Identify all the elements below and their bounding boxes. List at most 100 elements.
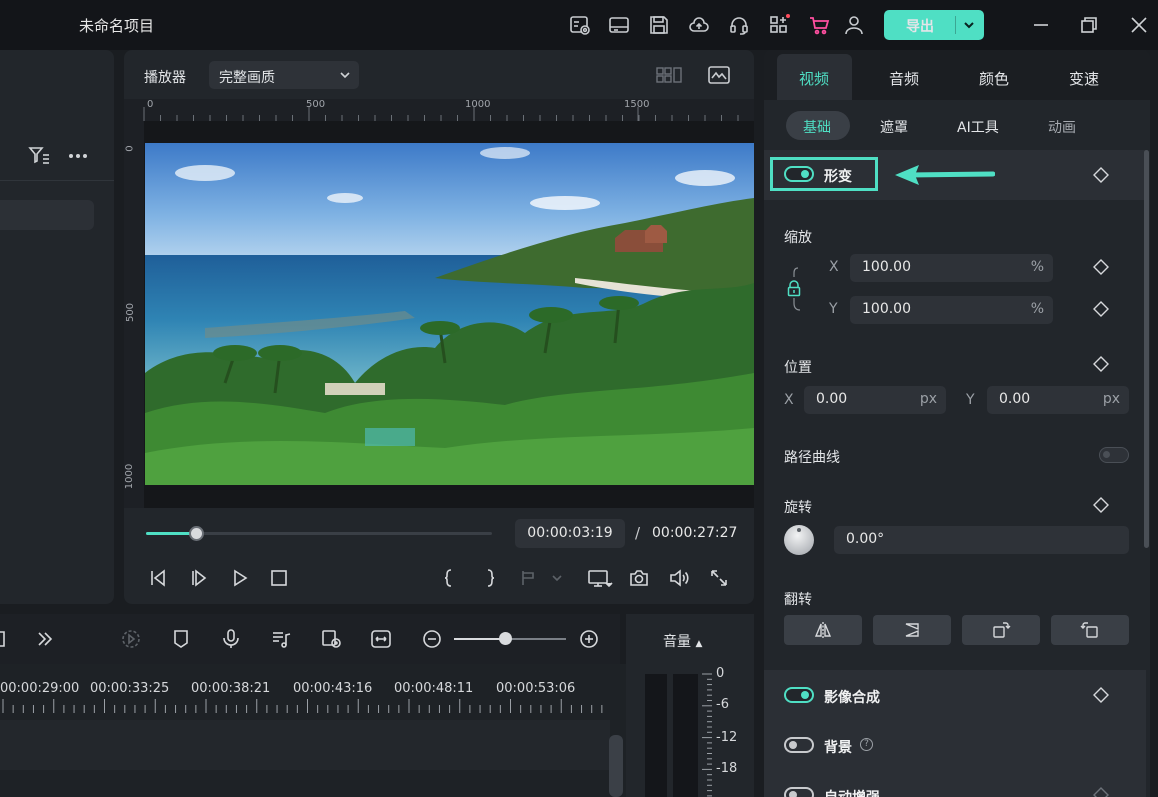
volume-meter-title[interactable]: 音量 ▲ xyxy=(663,631,702,651)
cloud-upload-icon[interactable] xyxy=(688,14,710,36)
export-button[interactable]: 导出 xyxy=(884,10,984,40)
play-icon[interactable] xyxy=(229,567,251,589)
tab-video[interactable]: 视频 xyxy=(799,68,829,89)
rotate-counterclockwise-button[interactable] xyxy=(1051,615,1129,645)
insert-clip-icon[interactable] xyxy=(519,567,563,589)
next-frame-icon[interactable] xyxy=(188,567,210,589)
headset-icon[interactable] xyxy=(728,14,750,36)
filter-icon[interactable] xyxy=(28,145,50,167)
chevron-down-icon[interactable] xyxy=(961,17,977,33)
ruler-label: 0 xyxy=(124,145,136,152)
layout-icon[interactable] xyxy=(608,14,630,36)
timeline-track[interactable] xyxy=(0,720,610,770)
path-curve-toggle[interactable] xyxy=(1099,447,1129,463)
media-search-input[interactable] xyxy=(0,200,94,230)
fit-timeline-icon[interactable] xyxy=(370,628,392,650)
rotation-field[interactable]: 0.00° xyxy=(834,526,1129,554)
lock-ratio-icon[interactable] xyxy=(786,264,816,316)
mark-in-icon[interactable] xyxy=(438,567,460,589)
timeline-ruler-ticks xyxy=(2,699,603,713)
audio-list-icon[interactable] xyxy=(270,628,292,650)
minimize-icon[interactable] xyxy=(1030,14,1052,36)
background-toggle[interactable] xyxy=(784,737,814,753)
flip-vertical-button[interactable] xyxy=(873,615,951,645)
rotation-dial[interactable] xyxy=(784,525,814,555)
apps-icon[interactable] xyxy=(768,14,790,36)
compositing-toggle[interactable] xyxy=(784,687,814,703)
position-label: 位置 xyxy=(784,360,812,376)
subtab-ai-tools[interactable]: AI工具 xyxy=(957,117,999,137)
scale-label: 缩放 xyxy=(784,230,812,246)
zoom-slider-fill xyxy=(454,638,505,640)
scale-y-field[interactable]: 100.00 % xyxy=(850,296,1053,324)
snapshot-icon[interactable] xyxy=(628,567,650,589)
subtab-basic[interactable]: 基础 xyxy=(803,117,831,137)
keyframe-icon[interactable] xyxy=(1093,259,1109,275)
position-x-field[interactable]: 0.00 px xyxy=(804,386,946,414)
ruler-label: 1000 xyxy=(124,463,136,490)
stop-icon[interactable] xyxy=(268,567,290,589)
scale-y-axis-label: Y xyxy=(829,301,838,317)
volume-icon[interactable] xyxy=(668,567,690,589)
compositing-title: 影像合成 xyxy=(824,690,880,706)
meter-right-channel xyxy=(673,674,698,797)
rotation-label: 旋转 xyxy=(784,500,812,516)
mark-out-icon[interactable] xyxy=(479,567,501,589)
keyframe-icon[interactable] xyxy=(1093,356,1109,372)
keyframe-icon[interactable] xyxy=(1093,687,1109,703)
tab-color[interactable]: 颜色 xyxy=(979,68,1009,89)
zoom-in-icon[interactable] xyxy=(578,628,600,650)
keyframe-icon[interactable] xyxy=(1093,167,1109,183)
marker-icon[interactable] xyxy=(170,628,192,650)
scale-x-axis-label: X xyxy=(829,259,839,275)
previous-frame-icon[interactable] xyxy=(147,567,169,589)
flip-horizontal-button[interactable] xyxy=(784,615,862,645)
rotate-clockwise-button[interactable] xyxy=(962,615,1040,645)
fullscreen-icon[interactable] xyxy=(708,567,730,589)
auto-enhance-toggle[interactable] xyxy=(784,787,814,797)
more-tools-icon[interactable] xyxy=(34,628,56,650)
player-label: 播放器 xyxy=(144,70,186,86)
playback-scrubber-handle[interactable] xyxy=(189,526,204,541)
auto-play-icon[interactable] xyxy=(120,628,142,650)
zoom-slider-handle[interactable] xyxy=(499,632,512,645)
bracket-icon[interactable] xyxy=(0,628,14,650)
tab-speed[interactable]: 变速 xyxy=(1069,68,1099,89)
user-icon[interactable] xyxy=(843,14,865,36)
subtab-mask[interactable]: 遮罩 xyxy=(880,117,908,137)
project-settings-icon[interactable] xyxy=(569,14,591,36)
more-icon[interactable] xyxy=(67,145,89,167)
grid-view-icon[interactable] xyxy=(655,64,683,86)
keyframe-icon[interactable] xyxy=(1093,787,1109,797)
close-icon[interactable] xyxy=(1128,14,1150,36)
export-label: 导出 xyxy=(906,19,934,35)
scope-icon[interactable] xyxy=(707,64,731,86)
save-icon[interactable] xyxy=(648,14,670,36)
position-y-value: 0.00 xyxy=(999,391,1031,407)
timeline-timecode: 00:00:38:21 xyxy=(191,681,271,696)
annotation-arrow-icon xyxy=(895,165,995,185)
keyframe-icon[interactable] xyxy=(1093,301,1109,317)
flip-horizontal-icon xyxy=(814,622,832,638)
help-icon[interactable]: ? xyxy=(860,738,873,751)
scale-x-field[interactable]: 100.00 % xyxy=(850,254,1053,282)
keyframe-icon[interactable] xyxy=(1093,497,1109,513)
tab-audio[interactable]: 音频 xyxy=(889,68,919,89)
inspector-scrollbar[interactable] xyxy=(1144,150,1149,548)
position-y-field[interactable]: 0.00 px xyxy=(987,386,1129,414)
quality-select[interactable]: 完整画质 xyxy=(209,61,359,89)
restore-icon[interactable] xyxy=(1078,14,1100,36)
video-preview[interactable] xyxy=(145,143,754,485)
total-duration: 00:00:27:27 xyxy=(652,525,738,541)
cart-icon[interactable] xyxy=(808,14,830,36)
microphone-icon[interactable] xyxy=(220,628,242,650)
timeline-scrollbar[interactable] xyxy=(609,735,623,797)
display-settings-icon[interactable] xyxy=(587,567,613,589)
current-time-field[interactable]: 00:00:03:19 xyxy=(515,519,625,548)
subtab-animation[interactable]: 动画 xyxy=(1048,117,1076,137)
timeline-timecode: 00:00:43:16 xyxy=(293,681,373,696)
position-x-unit: px xyxy=(919,391,937,407)
preview-render-icon[interactable] xyxy=(320,628,342,650)
meter-left-channel xyxy=(645,674,667,797)
zoom-out-icon[interactable] xyxy=(421,628,443,650)
